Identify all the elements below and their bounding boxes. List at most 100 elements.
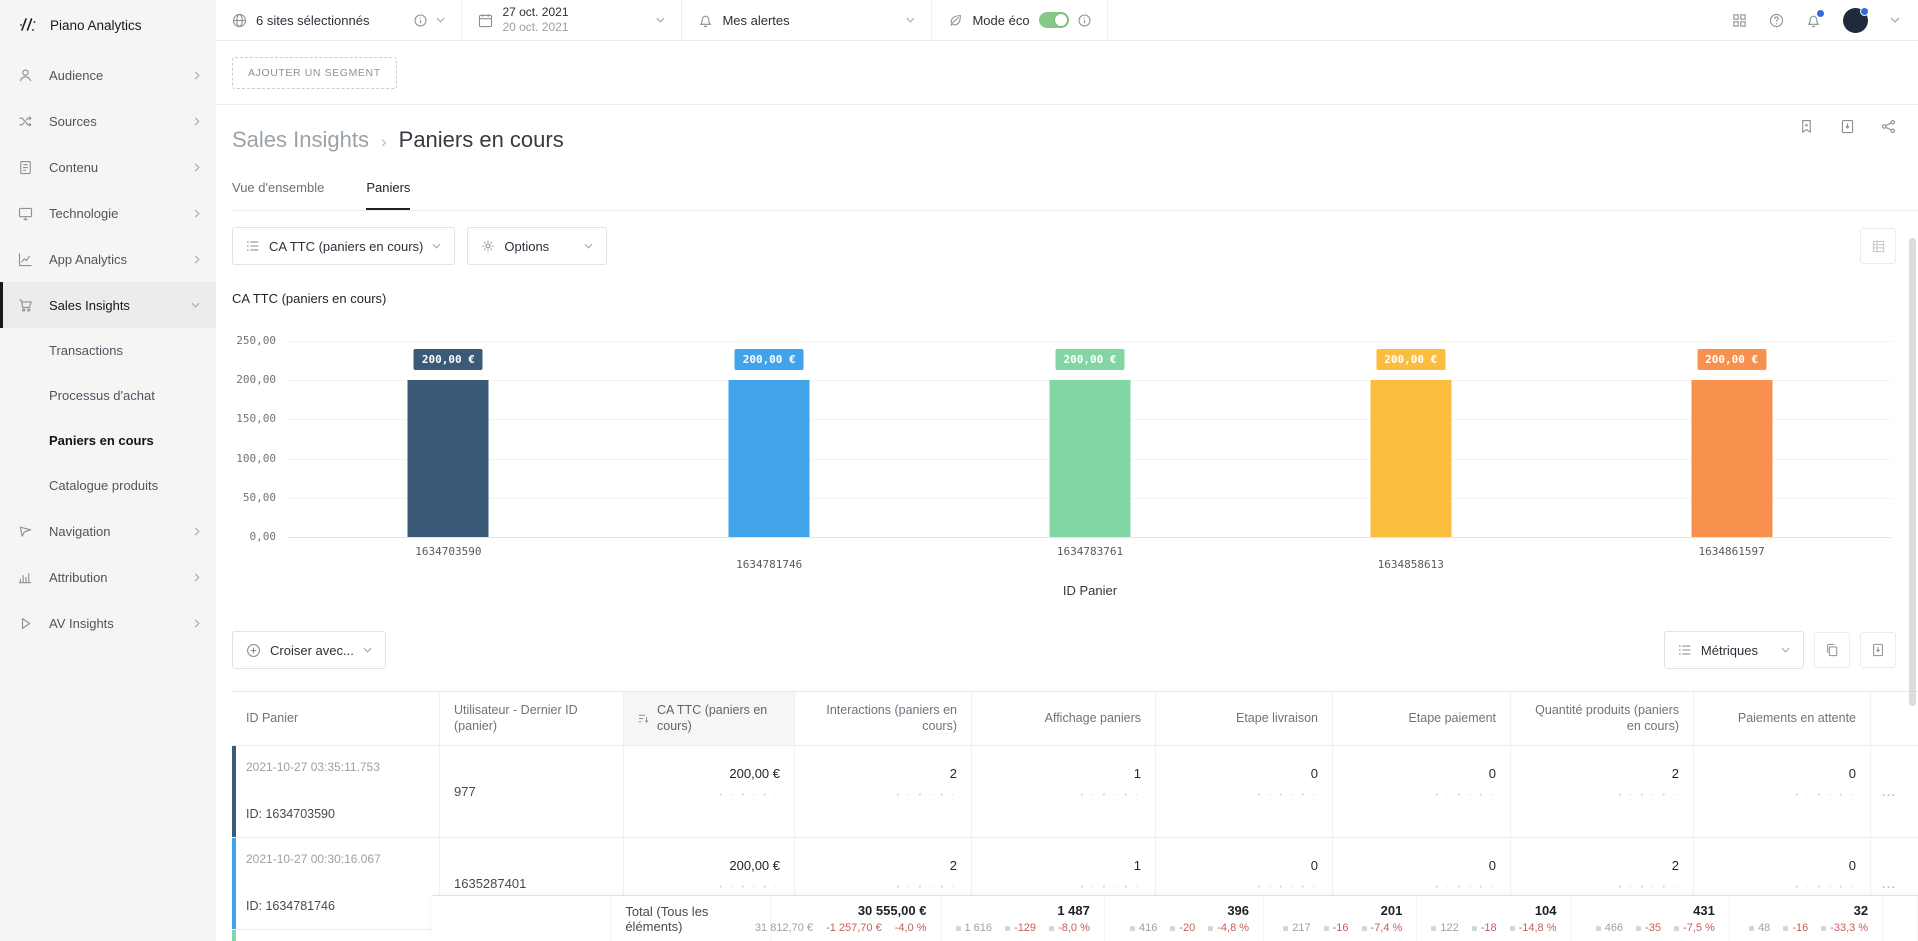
y-axis-tick: 200,00 [236,373,276,386]
bar-value-label: 200,00 € [1376,349,1445,370]
sidebar-item-label: Attribution [49,570,108,585]
metric-cell: 0▪ - ▪ - ▪ - [1694,746,1871,837]
metric-dropdown[interactable]: CA TTC (paniers en cours) [232,227,455,265]
sidebar-item-contenu[interactable]: Contenu [0,144,216,190]
metric-cell: 0▪ - ▪ - ▪ - [1333,746,1511,837]
save-report-icon[interactable] [1840,119,1855,134]
bar-1634783761[interactable] [1050,380,1131,537]
table-total-footer: Total (Tous les éléments)30 555,00 €31 8… [432,895,1918,941]
comparison-marker [1170,926,1175,931]
alerts-selector[interactable]: Mes alertes [682,0,932,40]
sidebar-item-audience[interactable]: Audience [0,52,216,98]
hidden-comparison-placeholder: ▪ - ▪ - ▪ - [896,882,957,891]
table-toolbar: Croiser avec... Métriques [232,631,1918,669]
row-actions-button[interactable]: … [1871,746,1907,837]
sidebar-subitem-catalogue-produits[interactable]: Catalogue produits [0,463,216,508]
sidebar-item-label: AV Insights [49,616,114,631]
chevron-down-icon [656,17,665,23]
metric-cell: 2▪ - ▪ - ▪ - [1511,746,1694,837]
share-icon[interactable] [1881,119,1896,134]
chevron-right-icon [194,163,200,172]
column-header-affichage-paniers[interactable]: Affichage paniers [972,692,1156,745]
hidden-comparison-placeholder: ▪ - ▪ - ▪ - [719,790,780,799]
sidebar-item-attribution[interactable]: Attribution [0,554,216,600]
chevron-down-icon [906,17,915,23]
total-value: 30 555,00 € [858,903,927,918]
vertical-scrollbar[interactable] [1909,238,1916,706]
cart-id-cell: 2021-10-27 07:55:34.438 [232,930,440,941]
chevron-down-icon[interactable] [1890,17,1900,23]
breadcrumb-parent[interactable]: Sales Insights [232,127,369,153]
sidebar-subitem-transactions[interactable]: Transactions [0,328,216,373]
column-header-etape-paiement[interactable]: Etape paiement [1333,692,1511,745]
table-row: 2021-10-27 03:35:11.753ID: 1634703590977… [232,746,1918,838]
add-segment-button[interactable]: AJOUTER UN SEGMENT [232,57,397,89]
help-icon[interactable] [1769,13,1784,28]
column-header-label: Paiements en attente [1738,710,1856,726]
previous-value: 466 [1596,922,1623,934]
bar-chart: 250,00200,00150,00100,0050,000,00200,00 … [232,341,1918,598]
cart-id: ID: 1634703590 [246,807,425,821]
column-header-ca-ttc-paniers-en-cours[interactable]: CA TTC (paniers en cours) [624,692,795,745]
column-header-utilisateur-dernier-id-panier[interactable]: Utilisateur - Dernier ID (panier) [440,692,624,745]
y-axis-tick: 0,00 [250,530,277,543]
sidebar-item-technologie[interactable]: Technologie [0,190,216,236]
sidebar-item-sales-insights[interactable]: Sales Insights [0,282,216,328]
notifications-bell-icon[interactable] [1806,13,1821,28]
chevron-right-icon [194,255,200,264]
bookmark-icon[interactable] [1799,119,1814,134]
sidebar-item-label: Navigation [49,524,110,539]
sidebar-item-navigation[interactable]: Navigation [0,508,216,554]
eco-mode-toggle[interactable] [1039,12,1069,28]
site-selector[interactable]: 6 sites sélectionnés [216,0,462,40]
column-header-label: Etape paiement [1408,710,1496,726]
apps-grid-icon[interactable] [1732,13,1747,28]
delta-value: -16 [1324,922,1349,934]
line-chart-icon [18,251,34,267]
sidebar-item-app-analytics[interactable]: App Analytics [0,236,216,282]
document-icon [18,159,34,175]
breadcrumb-separator: › [381,132,387,152]
options-dropdown[interactable]: Options [467,227,607,265]
sidebar-subitem-paniers-en-cours[interactable]: Paniers en cours [0,418,216,463]
date-range-picker[interactable]: 27 oct. 2021 20 oct. 2021 [462,0,682,40]
column-header-id-panier[interactable]: ID Panier [232,692,440,745]
column-header-label: Affichage paniers [1045,710,1141,726]
bar-1634703590[interactable] [408,380,489,537]
table-total-row: Total (Tous les éléments)30 555,00 €31 8… [432,896,1918,941]
bar-1634858613[interactable] [1370,380,1451,537]
bar-1634861597[interactable] [1691,380,1772,537]
bar-value-label: 200,00 € [414,349,483,370]
column-header-label: CA TTC (paniers en cours) [657,702,780,735]
column-header-quantit-produits-paniers-en-cours[interactable]: Quantité produits (paniers en cours) [1511,692,1694,745]
delta-value: -35 [1636,922,1661,934]
copy-icon[interactable] [1814,632,1850,668]
chevron-right-icon [194,527,200,536]
sidebar-item-label: Contenu [49,160,98,175]
person-icon [18,67,34,83]
toggle-knob [1055,14,1067,26]
sidebar-item-av-insights[interactable]: AV Insights [0,600,216,646]
column-header-interactions-paniers-en-cours[interactable]: Interactions (paniers en cours) [795,692,972,745]
total-empty-cell [432,896,611,941]
sidebar-subitem-processus-d-achat[interactable]: Processus d'achat [0,373,216,418]
tab-paniers[interactable]: Paniers [366,180,410,210]
bar-1634781746[interactable] [729,380,810,537]
tab-vue-densemble[interactable]: Vue d'ensemble [232,180,324,210]
cross-with-button[interactable]: Croiser avec... [232,631,386,669]
chevron-down-icon [432,243,441,249]
brand[interactable]: Piano Analytics [0,0,216,52]
sidebar-item-sources[interactable]: Sources [0,98,216,144]
total-metric-cell: 30 555,00 €31 812,70 €-1 257,70 €-4,0 % [771,896,942,941]
table-view-icon[interactable] [1860,228,1896,264]
date-range-values: 27 oct. 2021 20 oct. 2021 [502,5,568,35]
gear-icon [481,239,495,253]
metrics-dropdown[interactable]: Métriques [1664,631,1804,669]
sidebar-item-label: Sources [49,114,97,129]
user-avatar[interactable] [1843,8,1868,33]
bar-value-label: 200,00 € [1697,349,1766,370]
column-header-etape-livraison[interactable]: Etape livraison [1156,692,1333,745]
export-file-icon[interactable] [1860,632,1896,668]
column-header-paiements-en-attente[interactable]: Paiements en attente [1694,692,1871,745]
delta-percent: -33,3 % [1821,922,1868,934]
